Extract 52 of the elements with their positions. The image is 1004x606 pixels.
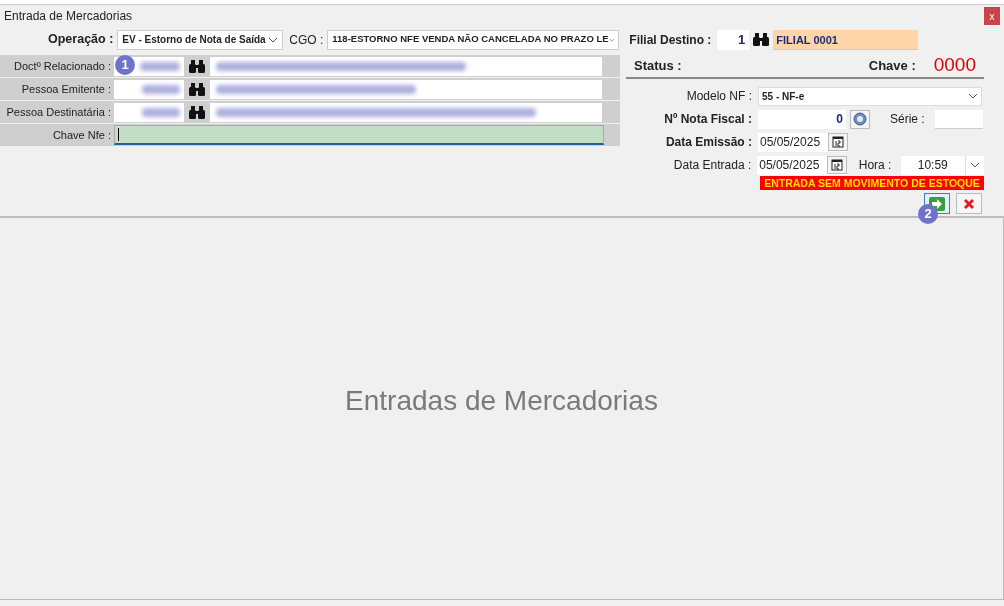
- close-button[interactable]: x: [984, 7, 1000, 25]
- cancel-button[interactable]: [956, 193, 982, 214]
- nota-field[interactable]: 0: [758, 109, 846, 129]
- binoculars-icon[interactable]: [189, 82, 205, 96]
- hora-dropdown[interactable]: 10:59: [900, 155, 984, 175]
- emissao-label: Data Emissão :: [664, 134, 753, 151]
- status-label: Status :: [634, 56, 682, 75]
- code-field[interactable]: [114, 79, 184, 99]
- close-icon: [963, 197, 975, 210]
- entrada-field[interactable]: 05/05/2025: [757, 155, 847, 175]
- field-label: Pessoa Destinatária :: [5, 104, 112, 120]
- cgo-value: 118-ESTORNO NFE VENDA NÃO CANCELADA NO PRAZO LE: [332, 32, 609, 47]
- help-button[interactable]: [850, 109, 870, 129]
- serie-label: Série :: [890, 111, 925, 128]
- field-label: Doctº Relacionado :: [13, 58, 112, 74]
- operacao-label: Operação :: [48, 31, 114, 49]
- step-marker-tooltip: 2: [918, 204, 938, 224]
- help-icon: [853, 112, 867, 126]
- modelo-label: Modelo NF :: [685, 88, 753, 105]
- cgo-dropdown[interactable]: 118-ESTORNO NFE VENDA NÃO CANCELADA NO PRAZO LE: [327, 29, 620, 50]
- serie-field[interactable]: [934, 109, 983, 129]
- body-title: Entradas de Mercadorias: [345, 383, 658, 418]
- entrada-value: 05/05/2025: [759, 157, 820, 174]
- binoculars-icon[interactable]: [753, 33, 770, 46]
- modelo-dropdown[interactable]: 55 - NF-e: [758, 86, 982, 106]
- operacao-dropdown[interactable]: EV - Estorno de Nota de Saída: [117, 29, 284, 50]
- hora-label: Hora :: [858, 157, 893, 174]
- binoculars-icon[interactable]: [189, 105, 205, 119]
- filial-code-field[interactable]: 1: [717, 29, 750, 50]
- code-field[interactable]: [114, 102, 184, 122]
- arrow-right-icon: [929, 196, 945, 211]
- chave-label: Chave :: [868, 56, 916, 75]
- chave-value: 0000: [933, 53, 976, 78]
- emissao-field[interactable]: 05/05/2025: [758, 132, 848, 152]
- nota-label: Nº Nota Fiscal :: [663, 111, 753, 128]
- cgo-label: CGO :: [289, 31, 324, 49]
- entrada-label: Data Entrada :: [672, 157, 753, 174]
- operacao-value: EV - Estorno de Nota de Saída: [122, 33, 266, 47]
- binoculars-icon[interactable]: [189, 59, 205, 73]
- calendar-icon: [832, 136, 844, 148]
- emissao-value: 05/05/2025: [760, 134, 821, 151]
- calendar-button[interactable]: [828, 133, 848, 151]
- filial-label: Filial Destino :: [629, 31, 712, 49]
- filial-name-field: FILIAL 0001: [773, 29, 919, 50]
- window-title: Entrada de Mercadorias: [4, 8, 133, 25]
- warning-banner: ENTRADA SEM MOVIMENTO DE ESTOQUE: [760, 176, 984, 190]
- hora-value: 10:59: [916, 157, 949, 174]
- field-label: Chave Nfe :: [51, 127, 112, 143]
- field-label: Pessoa Emitente :: [20, 81, 112, 97]
- calendar-icon: [830, 159, 843, 171]
- modelo-value: 55 - NF-e: [762, 89, 805, 104]
- calendar-button[interactable]: [826, 156, 847, 174]
